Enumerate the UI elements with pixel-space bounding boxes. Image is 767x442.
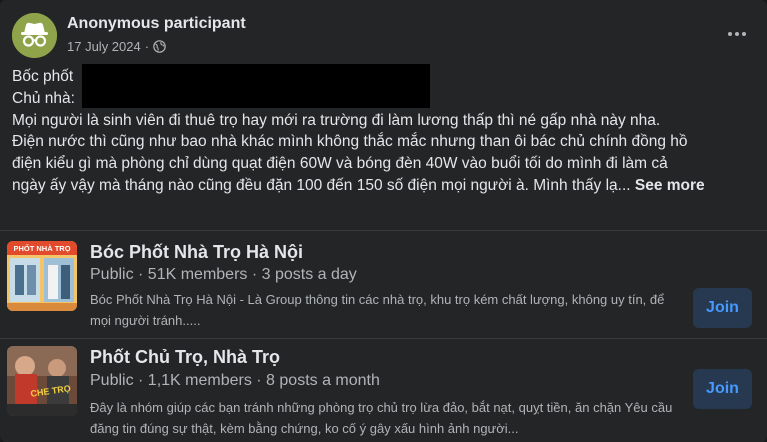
author-name[interactable]: Anonymous participant: [67, 15, 246, 33]
group-info-2: Public · 1,1K members · 8 posts a month: [90, 372, 380, 389]
group-suggestion-1[interactable]: PHỐT NHÀ TRỌ Bóc Phốt Nhà Trọ Hà Nội Pub…: [0, 230, 767, 334]
post-line-6-text: ngày ấy vậy mà tháng nào cũng đều đặn 10…: [12, 176, 631, 194]
post-line-6: ngày ấy vậy mà tháng nào cũng đều đặn 10…: [12, 175, 720, 197]
post-text: Bốc phốt Chủ nhà: Mọi người là sinh viên…: [12, 64, 720, 197]
meta-separator: ·: [144, 39, 150, 54]
incognito-avatar-icon[interactable]: [12, 13, 57, 58]
more-options-icon[interactable]: [723, 20, 751, 48]
post-line-4: Điện nước thì cũng như bao nhà khác mình…: [12, 133, 688, 151]
svg-text:PHỐT NHÀ TRỌ: PHỐT NHÀ TRỌ: [13, 243, 70, 253]
post-line-5: điện kiểu gì mà phòng chỉ dùng quạt điện…: [12, 155, 668, 173]
group-thumbnail-1[interactable]: PHỐT NHÀ TRỌ: [7, 241, 77, 311]
globe-icon: [153, 40, 166, 53]
join-button-1[interactable]: Join: [693, 288, 752, 328]
post-date[interactable]: 17 July 2024: [67, 39, 141, 54]
see-more-link[interactable]: See more: [635, 177, 705, 194]
group-info-1: Public · 51K members · 3 posts a day: [90, 266, 357, 283]
join-button-2[interactable]: Join: [693, 369, 752, 409]
post-header: Anonymous participant 17 July 2024 ·: [12, 12, 755, 62]
group-description-1: Bóc Phốt Nhà Trọ Hà Nội - Là Group thông…: [90, 292, 665, 328]
post-line-3: Mọi người là sinh viên đi thuê trọ hay m…: [12, 111, 661, 129]
group-name-2[interactable]: Phốt Chủ Trọ, Nhà Trọ: [90, 347, 280, 368]
group-description-2: Đây là nhóm giúp các bạn tránh những phò…: [90, 400, 673, 436]
post-card: Anonymous participant 17 July 2024 · Bốc…: [0, 0, 767, 442]
group-suggestion-2[interactable]: CHE TRỌ Phốt Chủ Trọ, Nhà Trọ Public · 1…: [0, 338, 767, 442]
group-thumbnail-2[interactable]: CHE TRỌ: [7, 346, 77, 416]
post-meta: 17 July 2024 ·: [67, 39, 166, 54]
group-name-1[interactable]: Bóc Phốt Nhà Trọ Hà Nội: [90, 242, 303, 263]
redaction-box: [82, 64, 430, 108]
